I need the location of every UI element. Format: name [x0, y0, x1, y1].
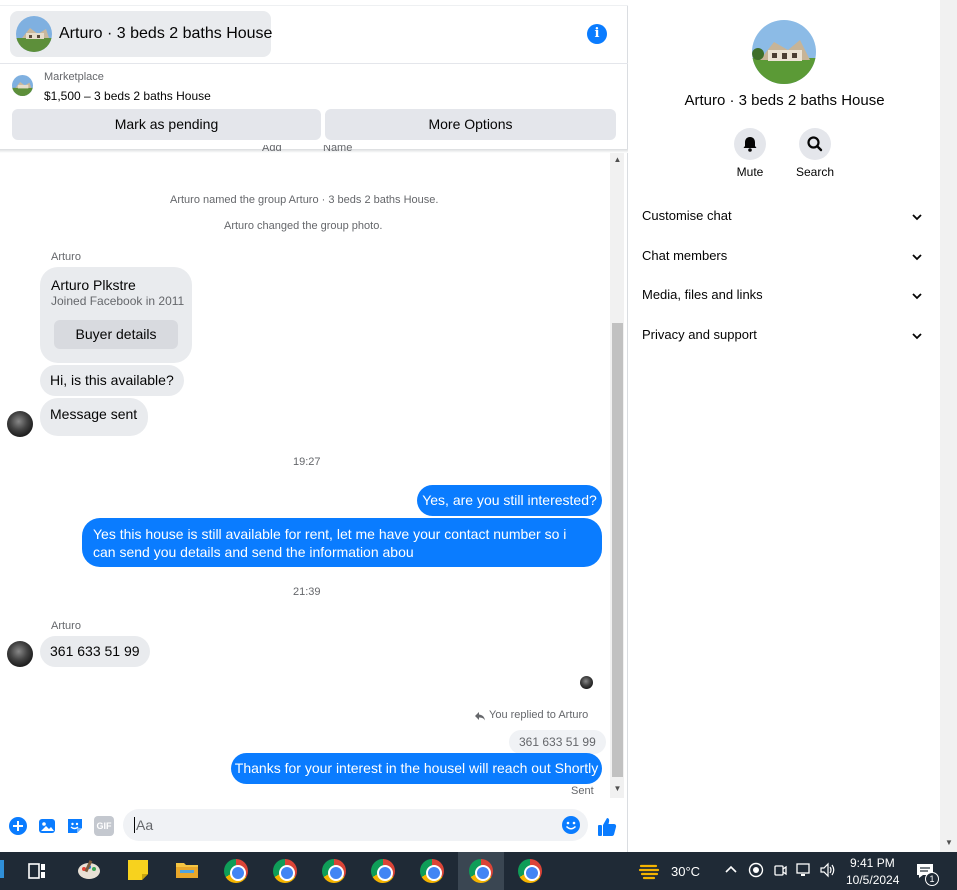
- header-shadow: [0, 149, 628, 153]
- buyer-card: Arturo Plkstre Joined Facebook in 2011 B…: [40, 267, 192, 363]
- sender-avatar[interactable]: [7, 641, 33, 667]
- like-icon[interactable]: [596, 816, 618, 838]
- conversation-title-button[interactable]: Arturo · 3 beds 2 baths House: [10, 11, 273, 57]
- page-scrollbar[interactable]: ▼: [940, 0, 957, 852]
- quoted-message[interactable]: 361 633 51 99: [509, 730, 606, 754]
- buyer-details-button[interactable]: Buyer details: [54, 320, 178, 349]
- message-input[interactable]: Aa: [123, 809, 588, 841]
- chevron-down-icon[interactable]: [911, 210, 923, 222]
- chrome-icon[interactable]: [469, 859, 493, 883]
- outgoing-message[interactable]: Yes this house is still available for re…: [82, 518, 602, 567]
- plus-icon[interactable]: [8, 816, 28, 836]
- volume-icon[interactable]: [819, 862, 837, 878]
- cut-off-add-label: Add: [262, 145, 282, 153]
- info-panel: [629, 0, 940, 852]
- file-explorer-icon[interactable]: [174, 857, 200, 883]
- chevron-down-icon[interactable]: [911, 250, 923, 262]
- incoming-message[interactable]: 361 633 51 99: [40, 636, 150, 667]
- paint-app-icon[interactable]: [76, 857, 102, 883]
- chrome-icon[interactable]: [371, 859, 395, 883]
- chevron-up-icon[interactable]: [724, 862, 738, 876]
- search-label: Search: [795, 165, 835, 179]
- info-icon[interactable]: i: [587, 24, 607, 44]
- weather-icon[interactable]: [638, 860, 662, 882]
- sender-name: Arturo: [51, 251, 81, 263]
- customise-chat-row[interactable]: Customise chat: [642, 208, 732, 223]
- scroll-down-arrow[interactable]: ▼: [612, 784, 623, 793]
- privacy-support-row[interactable]: Privacy and support: [642, 327, 757, 342]
- system-message: Arturo named the group Arturo · 3 beds 2…: [170, 194, 439, 206]
- scroll-up-arrow[interactable]: ▲: [612, 155, 623, 164]
- text-cursor: [134, 817, 135, 833]
- buyer-name: Arturo Plkstre: [51, 277, 136, 293]
- sticky-notes-icon[interactable]: [125, 857, 151, 883]
- info-group-avatar: [752, 20, 816, 84]
- cut-off-name-label: Name: [323, 145, 353, 153]
- reply-icon: [474, 709, 488, 721]
- meet-now-icon[interactable]: [772, 862, 788, 878]
- info-title: Arturo · 3 beds 2 baths House: [684, 92, 885, 109]
- bell-icon: [743, 137, 757, 152]
- chrome-icon[interactable]: [273, 859, 297, 883]
- clock-date[interactable]: 10/5/2024: [846, 873, 899, 887]
- notification-badge: 1: [925, 872, 939, 886]
- group-avatar: [16, 16, 52, 52]
- more-options-button[interactable]: More Options: [325, 109, 616, 140]
- system-message: Arturo changed the group photo.: [224, 220, 383, 232]
- reply-note: You replied to Arturo: [489, 709, 589, 721]
- top-strip: [0, 0, 628, 6]
- timestamp: 21:39: [293, 586, 321, 598]
- chrome-icon[interactable]: [420, 859, 444, 883]
- seen-avatar: [580, 676, 593, 689]
- chevron-down-icon[interactable]: [911, 289, 923, 301]
- message-input-placeholder: Aa: [136, 817, 154, 833]
- chat-column: Arturo · 3 beds 2 baths House i Marketpl…: [0, 0, 628, 852]
- emoji-icon[interactable]: [561, 815, 581, 835]
- message-status: Sent: [571, 785, 594, 797]
- clock-time[interactable]: 9:41 PM: [850, 856, 895, 870]
- outgoing-message[interactable]: Yes, are you still interested?: [417, 485, 602, 516]
- network-icon[interactable]: [795, 862, 813, 878]
- incoming-message[interactable]: Message sent: [40, 398, 148, 436]
- chrome-icon[interactable]: [224, 859, 248, 883]
- photo-icon[interactable]: [37, 816, 57, 836]
- outgoing-message[interactable]: Thanks for your interest in the housel w…: [231, 753, 602, 784]
- sender-name: Arturo: [51, 620, 81, 632]
- chrome-icon[interactable]: [322, 859, 346, 883]
- sticker-icon[interactable]: [65, 816, 85, 836]
- listing-thumbnail[interactable]: [12, 75, 33, 96]
- mute-button[interactable]: [734, 128, 766, 160]
- listing-title[interactable]: $1,500 – 3 beds 2 baths House: [44, 89, 211, 103]
- mark-as-pending-button[interactable]: Mark as pending: [12, 109, 321, 140]
- chrome-icon[interactable]: [518, 859, 542, 883]
- sender-avatar[interactable]: [7, 411, 33, 437]
- search-icon: [807, 136, 823, 152]
- task-view-icon[interactable]: [26, 860, 48, 882]
- chat-members-row[interactable]: Chat members: [642, 248, 727, 263]
- gif-icon[interactable]: GIF: [94, 816, 114, 836]
- buyer-joined: Joined Facebook in 2011: [51, 294, 185, 308]
- media-files-links-row[interactable]: Media, files and links: [642, 287, 763, 302]
- search-button[interactable]: [799, 128, 831, 160]
- record-icon[interactable]: [748, 862, 764, 878]
- weather-temperature[interactable]: 30°C: [671, 864, 700, 879]
- timestamp: 19:27: [293, 456, 321, 468]
- message-scrollbar-thumb[interactable]: [612, 323, 623, 777]
- chevron-down-icon[interactable]: [911, 329, 923, 341]
- mute-label: Mute: [736, 165, 764, 179]
- conversation-title: Arturo · 3 beds 2 baths House: [59, 25, 273, 42]
- header-divider: [0, 63, 628, 64]
- incoming-message[interactable]: Hi, is this available?: [40, 365, 184, 396]
- marketplace-label: Marketplace: [44, 71, 104, 83]
- taskbar-edge: [0, 860, 4, 878]
